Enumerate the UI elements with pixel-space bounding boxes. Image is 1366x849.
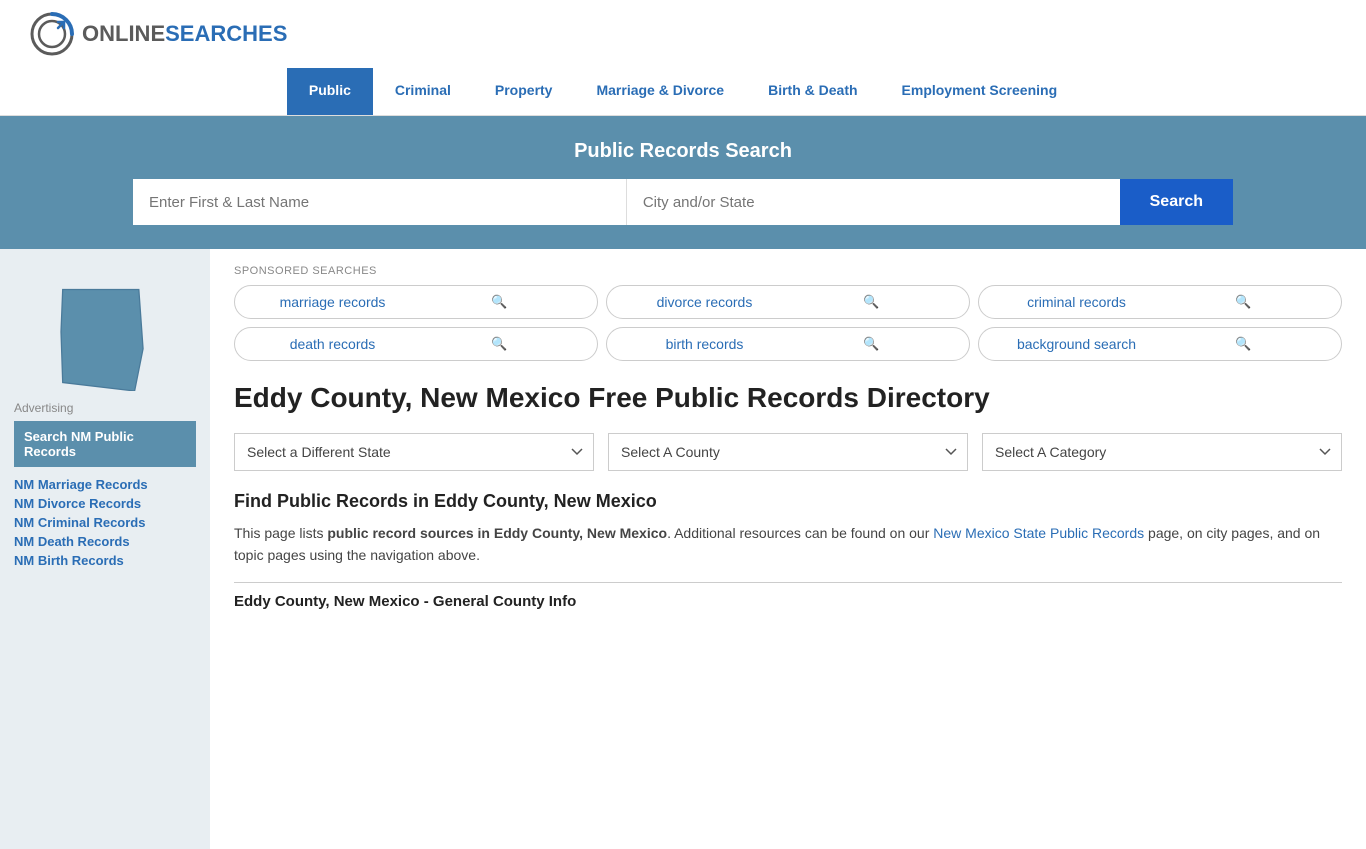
search-icon-criminal: 🔍: [1160, 294, 1327, 310]
sidebar-nm-marriage[interactable]: NM Marriage Records: [14, 477, 196, 492]
nm-state-link[interactable]: New Mexico State Public Records: [933, 525, 1144, 541]
search-form: Search: [133, 179, 1233, 225]
sponsored-label: SPONSORED SEARCHES: [234, 265, 1342, 277]
find-text-intro: This page lists: [234, 525, 327, 541]
sidebar-ad-box[interactable]: Search NM Public Records: [14, 421, 196, 467]
logo-text: ONLINESEARCHES: [82, 21, 287, 47]
nm-map-icon: [45, 281, 165, 391]
sponsored-pill-birth[interactable]: birth records 🔍: [606, 327, 970, 361]
sidebar-nm-birth[interactable]: NM Birth Records: [14, 553, 196, 568]
sponsored-pill-death[interactable]: death records 🔍: [234, 327, 598, 361]
general-info-section: Eddy County, New Mexico - General County…: [234, 582, 1342, 610]
sidebar: Advertising Search NM Public Records NM …: [0, 249, 210, 849]
state-dropdown[interactable]: Select a Different State: [234, 433, 594, 471]
search-icon-background: 🔍: [1160, 336, 1327, 352]
find-heading: Find Public Records in Eddy County, New …: [234, 491, 1342, 512]
sidebar-nm-criminal[interactable]: NM Criminal Records: [14, 515, 196, 530]
sponsored-pill-divorce[interactable]: divorce records 🔍: [606, 285, 970, 319]
page-title: Eddy County, New Mexico Free Public Reco…: [234, 381, 1342, 415]
find-text: This page lists public record sources in…: [234, 522, 1342, 567]
sponsored-pill-criminal[interactable]: criminal records 🔍: [978, 285, 1342, 319]
sidebar-nm-divorce[interactable]: NM Divorce Records: [14, 496, 196, 511]
search-icon-divorce: 🔍: [788, 294, 955, 310]
logo[interactable]: ONLINESEARCHES: [30, 12, 287, 56]
content-area: SPONSORED SEARCHES marriage records 🔍 di…: [210, 249, 1366, 849]
logo-online: ONLINE: [82, 21, 165, 46]
search-icon-birth: 🔍: [788, 336, 955, 352]
location-input[interactable]: [627, 179, 1120, 225]
nav-criminal[interactable]: Criminal: [373, 68, 473, 115]
main-container: Advertising Search NM Public Records NM …: [0, 249, 1366, 849]
name-input[interactable]: [133, 179, 627, 225]
search-banner: Public Records Search Search: [0, 116, 1366, 249]
logo-searches: SEARCHES: [165, 21, 287, 46]
nav-birth-death[interactable]: Birth & Death: [746, 68, 879, 115]
nav-marriage-divorce[interactable]: Marriage & Divorce: [574, 68, 746, 115]
dropdown-row: Select a Different State Select A County…: [234, 433, 1342, 471]
logo-icon: [30, 12, 74, 56]
nav-employment[interactable]: Employment Screening: [880, 68, 1080, 115]
site-header: ONLINESEARCHES: [0, 0, 1366, 68]
nav-property[interactable]: Property: [473, 68, 575, 115]
sponsored-pill-marriage[interactable]: marriage records 🔍: [234, 285, 598, 319]
sidebar-nm-death[interactable]: NM Death Records: [14, 534, 196, 549]
search-button[interactable]: Search: [1120, 179, 1233, 225]
main-nav: Public Criminal Property Marriage & Divo…: [0, 68, 1366, 116]
search-icon-marriage: 🔍: [416, 294, 583, 310]
category-dropdown[interactable]: Select A Category: [982, 433, 1342, 471]
ad-label: Advertising: [14, 401, 196, 415]
county-dropdown[interactable]: Select A County: [608, 433, 968, 471]
nav-public[interactable]: Public: [287, 68, 373, 115]
find-text-mid: . Additional resources can be found on o…: [667, 525, 933, 541]
sponsored-pill-background[interactable]: background search 🔍: [978, 327, 1342, 361]
search-icon-death: 🔍: [416, 336, 583, 352]
banner-title: Public Records Search: [30, 140, 1336, 163]
sponsored-grid: marriage records 🔍 divorce records 🔍 cri…: [234, 285, 1342, 361]
general-info-heading: Eddy County, New Mexico - General County…: [234, 593, 1342, 610]
sidebar-links: NM Marriage Records NM Divorce Records N…: [14, 477, 196, 568]
find-text-bold: public record sources in Eddy County, Ne…: [327, 525, 667, 541]
